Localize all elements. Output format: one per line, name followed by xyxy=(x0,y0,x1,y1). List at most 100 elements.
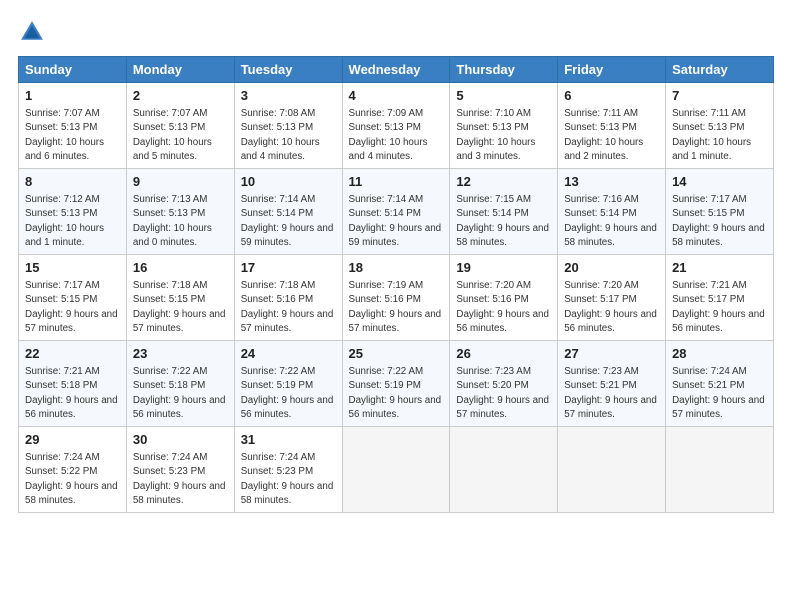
calendar-day-cell: 9 Sunrise: 7:13 AMSunset: 5:13 PMDaylight… xyxy=(126,169,234,255)
calendar-day-cell: 3Sunrise: 7:08 AMSunset: 5:13 PMDaylight… xyxy=(234,83,342,169)
calendar-day-cell xyxy=(558,427,666,513)
day-sun-info: Sunrise: 7:19 AMSunset: 5:16 PMDaylight:… xyxy=(349,279,444,336)
day-number: 8 xyxy=(25,173,120,191)
day-number: 31 xyxy=(241,431,336,449)
day-number: 15 xyxy=(25,259,120,277)
day-number: 27 xyxy=(564,345,659,363)
calendar-day-cell: 22 Sunrise: 7:21 AMSunset: 5:18 PMDayligh… xyxy=(19,341,127,427)
day-sun-info: Sunrise: 7:16 AMSunset: 5:14 PMDaylight:… xyxy=(564,193,659,250)
day-sun-info: Sunrise: 7:17 AMSunset: 5:15 PMDaylight:… xyxy=(672,193,767,250)
calendar-day-cell xyxy=(666,427,774,513)
day-sun-info: Sunrise: 7:11 AMSunset: 5:13 PMDaylight:… xyxy=(672,107,767,164)
day-sun-info: Sunrise: 7:17 AMSunset: 5:15 PMDaylight:… xyxy=(25,279,120,336)
day-number: 14 xyxy=(672,173,767,191)
day-sun-info: Sunrise: 7:23 AMSunset: 5:21 PMDaylight:… xyxy=(564,365,659,422)
day-number: 20 xyxy=(564,259,659,277)
day-number: 17 xyxy=(241,259,336,277)
calendar-day-cell: 19 Sunrise: 7:20 AMSunset: 5:16 PMDayligh… xyxy=(450,255,558,341)
day-sun-info: Sunrise: 7:20 AMSunset: 5:16 PMDaylight:… xyxy=(456,279,551,336)
day-number: 4 xyxy=(349,87,444,105)
day-number: 6 xyxy=(564,87,659,105)
calendar-day-cell: 17 Sunrise: 7:18 AMSunset: 5:16 PMDayligh… xyxy=(234,255,342,341)
header-day-thursday: Thursday xyxy=(450,57,558,83)
calendar-day-cell: 24 Sunrise: 7:22 AMSunset: 5:19 PMDayligh… xyxy=(234,341,342,427)
day-sun-info: Sunrise: 7:21 AMSunset: 5:18 PMDaylight:… xyxy=(25,365,120,422)
day-number: 28 xyxy=(672,345,767,363)
day-number: 21 xyxy=(672,259,767,277)
calendar-day-cell: 2Sunrise: 7:07 AMSunset: 5:13 PMDaylight… xyxy=(126,83,234,169)
calendar-day-cell: 11 Sunrise: 7:14 AMSunset: 5:14 PMDayligh… xyxy=(342,169,450,255)
day-sun-info: Sunrise: 7:10 AMSunset: 5:13 PMDaylight:… xyxy=(456,107,551,164)
logo-icon xyxy=(18,18,46,46)
day-number: 25 xyxy=(349,345,444,363)
calendar-day-cell: 7 Sunrise: 7:11 AMSunset: 5:13 PMDaylight… xyxy=(666,83,774,169)
day-number: 5 xyxy=(456,87,551,105)
day-number: 23 xyxy=(133,345,228,363)
calendar-day-cell: 10 Sunrise: 7:14 AMSunset: 5:14 PMDayligh… xyxy=(234,169,342,255)
day-sun-info: Sunrise: 7:13 AMSunset: 5:13 PMDaylight:… xyxy=(133,193,228,250)
day-sun-info: Sunrise: 7:15 AMSunset: 5:14 PMDaylight:… xyxy=(456,193,551,250)
calendar-day-cell: 16 Sunrise: 7:18 AMSunset: 5:15 PMDayligh… xyxy=(126,255,234,341)
calendar-day-cell: 31Sunrise: 7:24 AMSunset: 5:23 PMDayligh… xyxy=(234,427,342,513)
day-number: 16 xyxy=(133,259,228,277)
day-number: 1 xyxy=(25,87,120,105)
day-number: 18 xyxy=(349,259,444,277)
day-number: 22 xyxy=(25,345,120,363)
page-container: SundayMondayTuesdayWednesdayThursdayFrid… xyxy=(0,0,792,523)
header-area xyxy=(18,18,774,46)
day-number: 24 xyxy=(241,345,336,363)
calendar-day-cell: 13Sunrise: 7:16 AMSunset: 5:14 PMDayligh… xyxy=(558,169,666,255)
calendar-day-cell: 26Sunrise: 7:23 AMSunset: 5:20 PMDayligh… xyxy=(450,341,558,427)
header-day-sunday: Sunday xyxy=(19,57,127,83)
day-number: 19 xyxy=(456,259,551,277)
calendar-day-cell: 28 Sunrise: 7:24 AMSunset: 5:21 PMDayligh… xyxy=(666,341,774,427)
day-number: 7 xyxy=(672,87,767,105)
calendar-day-cell: 29Sunrise: 7:24 AMSunset: 5:22 PMDayligh… xyxy=(19,427,127,513)
day-number: 9 xyxy=(133,173,228,191)
day-sun-info: Sunrise: 7:24 AMSunset: 5:23 PMDaylight:… xyxy=(133,451,228,508)
day-sun-info: Sunrise: 7:24 AMSunset: 5:22 PMDaylight:… xyxy=(25,451,120,508)
calendar-day-cell: 25 Sunrise: 7:22 AMSunset: 5:19 PMDayligh… xyxy=(342,341,450,427)
day-number: 10 xyxy=(241,173,336,191)
day-sun-info: Sunrise: 7:08 AMSunset: 5:13 PMDaylight:… xyxy=(241,107,336,164)
calendar-day-cell: 1Sunrise: 7:07 AMSunset: 5:13 PMDaylight… xyxy=(19,83,127,169)
calendar-day-cell: 12 Sunrise: 7:15 AMSunset: 5:14 PMDayligh… xyxy=(450,169,558,255)
calendar-week-row: 29Sunrise: 7:24 AMSunset: 5:22 PMDayligh… xyxy=(19,427,774,513)
header-day-monday: Monday xyxy=(126,57,234,83)
calendar-header-row: SundayMondayTuesdayWednesdayThursdayFrid… xyxy=(19,57,774,83)
day-sun-info: Sunrise: 7:23 AMSunset: 5:20 PMDaylight:… xyxy=(456,365,551,422)
day-sun-info: Sunrise: 7:07 AMSunset: 5:13 PMDaylight:… xyxy=(133,107,228,164)
day-sun-info: Sunrise: 7:14 AMSunset: 5:14 PMDaylight:… xyxy=(349,193,444,250)
calendar-week-row: 8 Sunrise: 7:12 AMSunset: 5:13 PMDaylight… xyxy=(19,169,774,255)
calendar-day-cell: 27 Sunrise: 7:23 AMSunset: 5:21 PMDayligh… xyxy=(558,341,666,427)
calendar-day-cell: 4 Sunrise: 7:09 AMSunset: 5:13 PMDaylight… xyxy=(342,83,450,169)
day-sun-info: Sunrise: 7:22 AMSunset: 5:18 PMDaylight:… xyxy=(133,365,228,422)
calendar-week-row: 22 Sunrise: 7:21 AMSunset: 5:18 PMDayligh… xyxy=(19,341,774,427)
day-sun-info: Sunrise: 7:21 AMSunset: 5:17 PMDaylight:… xyxy=(672,279,767,336)
header-day-saturday: Saturday xyxy=(666,57,774,83)
header-day-wednesday: Wednesday xyxy=(342,57,450,83)
day-sun-info: Sunrise: 7:20 AMSunset: 5:17 PMDaylight:… xyxy=(564,279,659,336)
day-sun-info: Sunrise: 7:22 AMSunset: 5:19 PMDaylight:… xyxy=(241,365,336,422)
calendar-day-cell: 23 Sunrise: 7:22 AMSunset: 5:18 PMDayligh… xyxy=(126,341,234,427)
day-number: 12 xyxy=(456,173,551,191)
day-sun-info: Sunrise: 7:09 AMSunset: 5:13 PMDaylight:… xyxy=(349,107,444,164)
header-day-tuesday: Tuesday xyxy=(234,57,342,83)
day-sun-info: Sunrise: 7:11 AMSunset: 5:13 PMDaylight:… xyxy=(564,107,659,164)
day-number: 30 xyxy=(133,431,228,449)
day-sun-info: Sunrise: 7:24 AMSunset: 5:21 PMDaylight:… xyxy=(672,365,767,422)
logo xyxy=(18,18,50,46)
day-sun-info: Sunrise: 7:12 AMSunset: 5:13 PMDaylight:… xyxy=(25,193,120,250)
day-number: 11 xyxy=(349,173,444,191)
day-sun-info: Sunrise: 7:22 AMSunset: 5:19 PMDaylight:… xyxy=(349,365,444,422)
calendar-day-cell: 21 Sunrise: 7:21 AMSunset: 5:17 PMDayligh… xyxy=(666,255,774,341)
calendar-day-cell: 20 Sunrise: 7:20 AMSunset: 5:17 PMDayligh… xyxy=(558,255,666,341)
calendar-day-cell: 30 Sunrise: 7:24 AMSunset: 5:23 PMDayligh… xyxy=(126,427,234,513)
day-sun-info: Sunrise: 7:14 AMSunset: 5:14 PMDaylight:… xyxy=(241,193,336,250)
day-sun-info: Sunrise: 7:18 AMSunset: 5:15 PMDaylight:… xyxy=(133,279,228,336)
calendar-body: 1 Sunrise: 7:07 AMSunset: 5:13 PMDaylight… xyxy=(19,83,774,513)
calendar-day-cell: 15 Sunrise: 7:17 AMSunset: 5:15 PMDayligh… xyxy=(19,255,127,341)
day-sun-info: Sunrise: 7:18 AMSunset: 5:16 PMDaylight:… xyxy=(241,279,336,336)
calendar-day-cell: 14 Sunrise: 7:17 AMSunset: 5:15 PMDayligh… xyxy=(666,169,774,255)
calendar-day-cell: 6 Sunrise: 7:11 AMSunset: 5:13 PMDaylight… xyxy=(558,83,666,169)
